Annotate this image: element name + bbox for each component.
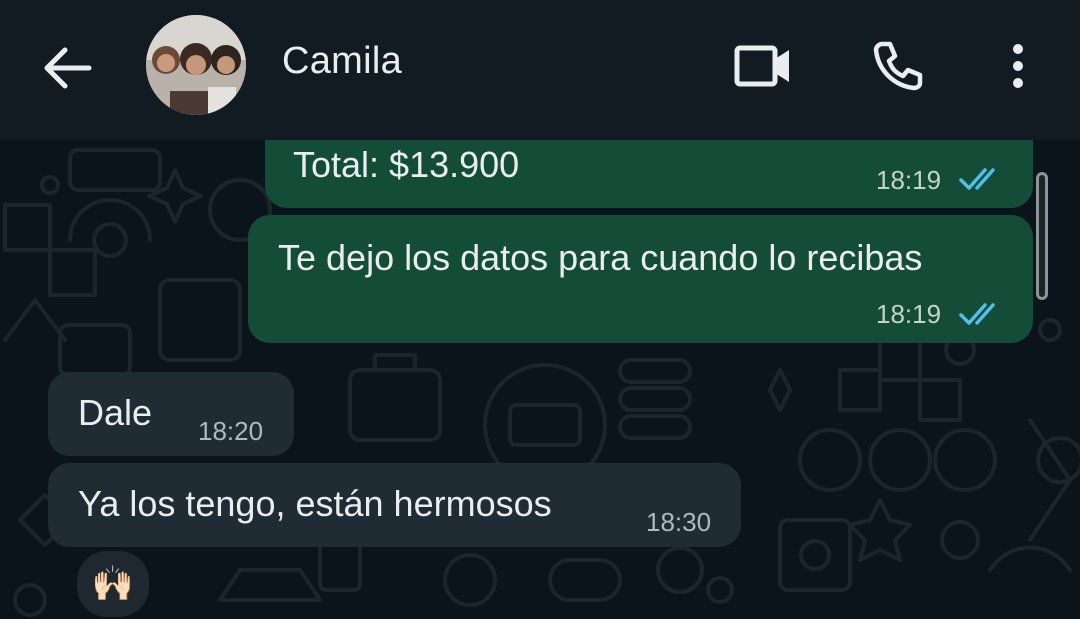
- message-outgoing[interactable]: Total: $13.900 18:19: [265, 140, 1033, 208]
- back-button[interactable]: [36, 36, 100, 100]
- message-text: Dale: [78, 392, 153, 433]
- chat-area[interactable]: Total: $13.900 18:19 Te dejo los datos p…: [0, 140, 1080, 619]
- video-call-button[interactable]: [728, 36, 798, 96]
- scrollbar-thumb[interactable]: [1036, 172, 1048, 300]
- voice-call-button[interactable]: [866, 34, 930, 98]
- phone-icon: [873, 41, 923, 91]
- message-incoming[interactable]: Ya los tengo, están hermosos 18:30: [48, 463, 741, 547]
- more-vertical-icon: [1013, 44, 1023, 88]
- contact-avatar[interactable]: [146, 15, 246, 115]
- more-options-button[interactable]: [996, 34, 1040, 98]
- contact-name[interactable]: Camila: [282, 40, 402, 83]
- message-reaction[interactable]: 🙌🏻: [74, 548, 152, 619]
- message-text: Te dejo los datos para cuando lo recibas: [278, 237, 923, 278]
- double-check-read-icon: [959, 303, 995, 325]
- message-time: 18:19: [876, 165, 942, 195]
- message-text: Total: $13.900: [293, 144, 520, 185]
- message-time: 18:19: [876, 299, 942, 329]
- double-check-read-icon: [959, 168, 995, 190]
- message-text: Ya los tengo, están hermosos: [78, 483, 552, 524]
- video-camera-icon: [734, 45, 789, 87]
- avatar-photo: [146, 15, 246, 115]
- message-time: 18:30: [646, 507, 712, 537]
- message-time: 18:20: [198, 416, 264, 446]
- message-incoming[interactable]: Dale 18:20: [48, 372, 294, 456]
- message-outgoing[interactable]: Te dejo los datos para cuando lo recibas…: [248, 215, 1033, 343]
- chat-header: Camila: [0, 0, 1080, 140]
- arrow-left-icon: [44, 47, 92, 89]
